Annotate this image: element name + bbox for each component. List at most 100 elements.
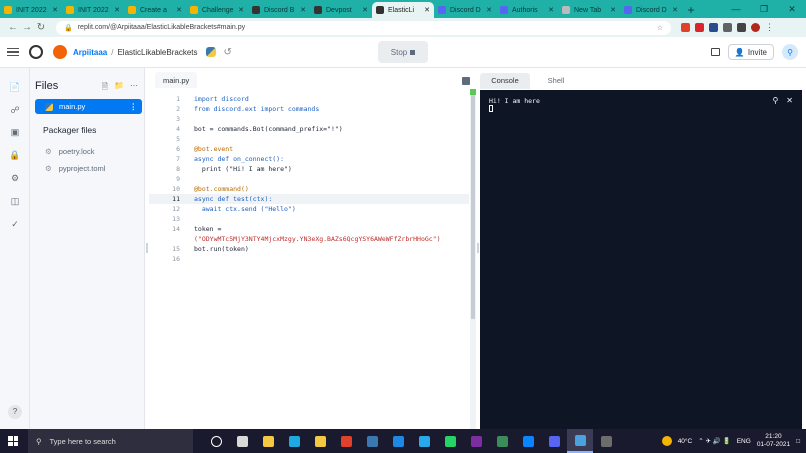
close-tab-icon[interactable]: ✕ xyxy=(610,6,616,14)
notifications-icon[interactable]: □ xyxy=(796,438,800,445)
close-tab-icon[interactable]: ✕ xyxy=(176,6,182,14)
tab-main-py[interactable]: main.py xyxy=(155,72,198,89)
taskbar-app-icon[interactable] xyxy=(437,429,463,453)
history-icon[interactable]: ↺ xyxy=(224,47,232,58)
invite-button[interactable]: 👤 Invite xyxy=(727,44,774,60)
browser-tab[interactable]: INIT 2022 ✕ xyxy=(0,2,62,18)
code-line[interactable]: 12 await ctx.send ("Hello") xyxy=(149,204,469,214)
file-item-main-py[interactable]: main.py ⋮ xyxy=(35,99,142,114)
browser-tab[interactable]: Devpost ✕ xyxy=(310,2,372,18)
file-item-poetry-lock[interactable]: ⚙ poetry.lock xyxy=(45,147,94,156)
taskbar-app-icon[interactable] xyxy=(411,429,437,453)
console-search-icon[interactable]: ⚲ xyxy=(772,96,778,105)
code-line[interactable]: 15 bot.run(token) xyxy=(149,244,469,254)
code-line[interactable]: 10 @bot.command() xyxy=(149,184,469,194)
code-area[interactable]: 1 import discord 2 from discord.ext import … xyxy=(149,89,476,429)
stop-button[interactable]: Stop xyxy=(378,41,428,63)
user-avatar[interactable] xyxy=(53,45,67,59)
taskbar-app-icon[interactable] xyxy=(281,429,307,453)
browser-tab[interactable]: INIT 2022 ✕ xyxy=(62,2,124,18)
packages-icon[interactable]: ▣ xyxy=(9,126,21,138)
code-line[interactable]: 6 @bot.event xyxy=(149,144,469,154)
close-window-icon[interactable]: ✕ xyxy=(778,4,806,15)
reload-icon[interactable]: ↻ xyxy=(34,22,48,33)
chat-icon[interactable] xyxy=(710,48,720,56)
files-icon[interactable]: 📄 xyxy=(9,81,21,93)
taskbar-app-icon[interactable] xyxy=(593,429,619,453)
language-indicator[interactable]: ENG xyxy=(737,438,751,445)
browser-tab[interactable]: New Tab ✕ xyxy=(558,2,620,18)
extension-icon[interactable] xyxy=(695,23,704,32)
tray-icons[interactable]: ⌃ ✈ 🔊 🔋 xyxy=(698,437,731,445)
close-tab-icon[interactable]: ✕ xyxy=(548,6,554,14)
taskbar-app-icon[interactable] xyxy=(359,429,385,453)
close-tab-icon[interactable]: ✕ xyxy=(300,6,306,14)
url-field[interactable]: 🔒 replit.com/@Arpiitaaa/ElasticLikableBr… xyxy=(56,20,671,35)
puzzle-icon[interactable] xyxy=(737,23,746,32)
code-line[interactable]: 3 xyxy=(149,114,469,124)
settings-gear-icon[interactable]: ⚙ xyxy=(9,172,21,184)
tab-console[interactable]: Console xyxy=(480,73,530,89)
taskbar-app-icon[interactable] xyxy=(255,429,281,453)
taskbar-app-icon[interactable] xyxy=(515,429,541,453)
new-folder-icon[interactable]: 📁 xyxy=(114,81,124,95)
taskbar-app-icon[interactable] xyxy=(203,429,229,453)
close-tab-icon[interactable]: ✕ xyxy=(486,6,492,14)
code-line[interactable]: 1 import discord xyxy=(149,94,469,104)
file-item-pyproject-toml[interactable]: ⚙ pyproject.toml xyxy=(45,164,105,173)
profile-avatar[interactable] xyxy=(751,23,760,32)
browser-tab[interactable]: ElasticLi ✕ xyxy=(372,2,434,18)
code-line[interactable]: 14 token = xyxy=(149,224,469,234)
checkmark-icon[interactable]: ✓ xyxy=(9,218,21,230)
extension-icon[interactable] xyxy=(681,23,690,32)
help-icon[interactable]: ? xyxy=(8,405,22,419)
tab-shell[interactable]: Shell xyxy=(530,73,582,89)
code-line[interactable]: 2 from discord.ext import commands xyxy=(149,104,469,114)
browser-tab[interactable]: Discord B ✕ xyxy=(248,2,310,18)
files-menu-icon[interactable]: ⋯ xyxy=(130,81,138,95)
new-file-icon[interactable]: 🗎 xyxy=(102,81,108,95)
taskbar-app-icon[interactable] xyxy=(489,429,515,453)
username-link[interactable]: Arpiitaaa xyxy=(73,48,107,57)
repl-name[interactable]: ElasticLikableBrackets xyxy=(117,48,197,57)
back-icon[interactable]: ← xyxy=(6,22,20,33)
replit-logo-icon[interactable] xyxy=(29,45,43,59)
code-line[interactable]: 4 bot = commands.Bot(command_prefix="!") xyxy=(149,124,469,134)
secrets-lock-icon[interactable]: 🔒 xyxy=(9,149,21,161)
taskbar-app-icon[interactable] xyxy=(463,429,489,453)
taskbar-app-icon[interactable] xyxy=(385,429,411,453)
browser-tab[interactable]: Discord D ✕ xyxy=(434,2,496,18)
browser-tab[interactable]: Challenge ✕ xyxy=(186,2,248,18)
taskbar-search-field[interactable]: ⚲ Type here to search xyxy=(28,429,193,453)
clock[interactable]: 21:20 01-07-2021 xyxy=(757,433,790,449)
close-tab-icon[interactable]: ✕ xyxy=(672,6,678,14)
editor-layout-icon[interactable] xyxy=(462,77,470,85)
close-tab-icon[interactable]: ✕ xyxy=(52,6,58,14)
taskbar-app-icon[interactable] xyxy=(333,429,359,453)
browser-tab[interactable]: Discord D ✕ xyxy=(620,2,682,18)
taskbar-app-icon[interactable] xyxy=(229,429,255,453)
windows-start-icon[interactable] xyxy=(8,436,18,446)
code-line[interactable]: 13 xyxy=(149,214,469,224)
taskbar-app-icon[interactable] xyxy=(541,429,567,453)
extension-icon[interactable] xyxy=(709,23,718,32)
browser-tab[interactable]: Authoris ✕ xyxy=(496,2,558,18)
hamburger-menu-icon[interactable] xyxy=(7,46,19,59)
close-tab-icon[interactable]: ✕ xyxy=(238,6,244,14)
search-icon[interactable]: ⚲ xyxy=(782,44,798,60)
code-line[interactable]: 8 print ("Hi! I am here") xyxy=(149,164,469,174)
console-clear-icon[interactable]: ✕ xyxy=(786,96,793,105)
file-options-icon[interactable]: ⋮ xyxy=(130,102,138,111)
code-line[interactable]: 7 async def on_connect(): xyxy=(149,154,469,164)
maximize-icon[interactable]: ❐ xyxy=(750,4,778,15)
close-tab-icon[interactable]: ✕ xyxy=(362,6,368,14)
menu-kebab-icon[interactable]: ⋮ xyxy=(765,22,774,33)
database-icon[interactable]: ◫ xyxy=(9,195,21,207)
taskbar-app-icon[interactable] xyxy=(307,429,333,453)
console-output[interactable]: Hi! I am here ⚲ ✕ xyxy=(480,90,802,429)
code-line[interactable]: 9 xyxy=(149,174,469,184)
version-control-icon[interactable]: ☍ xyxy=(9,104,21,116)
code-line[interactable]: 5 xyxy=(149,134,469,144)
extension-icon[interactable] xyxy=(723,23,732,32)
close-tab-icon[interactable]: ✕ xyxy=(424,6,430,14)
